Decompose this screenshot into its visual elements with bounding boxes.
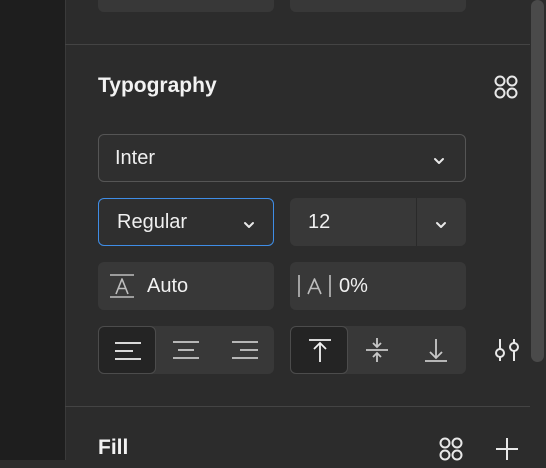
four-dots-icon[interactable] <box>492 73 520 101</box>
align-bottom-icon[interactable] <box>422 337 450 363</box>
previous-section-field-right[interactable] <box>290 0 466 12</box>
letter-spacing-icon <box>297 272 335 300</box>
font-style-value: Regular <box>117 211 188 233</box>
scrollbar-thumb[interactable] <box>531 0 544 362</box>
section-divider-fill <box>65 406 530 407</box>
align-top-button[interactable] <box>290 326 348 374</box>
sliders-icon[interactable] <box>493 336 521 364</box>
align-center-icon[interactable] <box>172 339 200 361</box>
previous-section-field-left[interactable] <box>98 0 274 12</box>
four-dots-icon[interactable] <box>437 435 465 463</box>
chevron-down-icon <box>242 217 256 228</box>
fill-section-title: Fill <box>98 436 129 459</box>
line-height-icon <box>108 272 136 300</box>
font-family-value: Inter <box>115 147 156 169</box>
font-size-dropdown-chevron-down-icon[interactable] <box>434 217 448 228</box>
section-divider-top <box>65 44 530 45</box>
align-right-icon[interactable] <box>231 339 259 361</box>
letter-spacing-value: 0% <box>339 275 368 297</box>
chevron-down-icon <box>432 153 446 164</box>
font-size-separator <box>416 198 417 246</box>
align-middle-icon[interactable] <box>363 337 391 363</box>
line-height-value: Auto <box>147 275 189 297</box>
align-left-button[interactable] <box>98 326 156 374</box>
plus-icon[interactable] <box>493 435 521 463</box>
left-rail <box>0 0 65 460</box>
font-size-value: 12 <box>308 211 331 233</box>
typography-section-title: Typography <box>98 74 217 97</box>
